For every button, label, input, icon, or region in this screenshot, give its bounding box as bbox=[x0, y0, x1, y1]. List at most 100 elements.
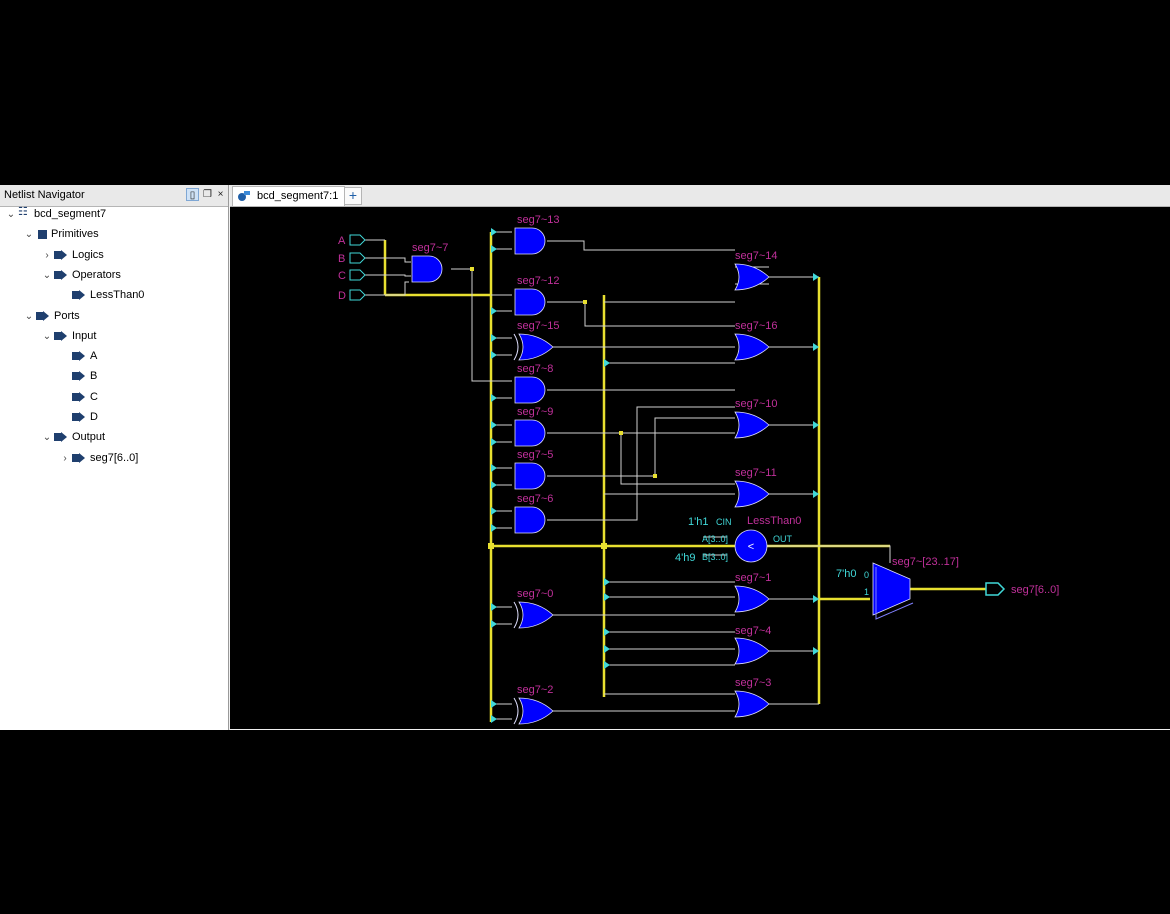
tree-item[interactable]: LessThan0 bbox=[58, 289, 144, 307]
gate-seg7-14[interactable] bbox=[734, 263, 770, 291]
gate-seg7-3[interactable] bbox=[734, 690, 770, 718]
gate-seg7-11[interactable] bbox=[734, 480, 770, 508]
gate-label-seg7-2: seg7~2 bbox=[517, 684, 553, 696]
gate-label-seg7-14: seg7~14 bbox=[735, 250, 778, 262]
comparator-b-const: 4'h9 bbox=[675, 552, 695, 564]
navigator-header: Netlist Navigator ▯ ❐ × bbox=[0, 185, 228, 207]
tree-item-label: bcd_segment7 bbox=[34, 208, 107, 220]
add-tab-button[interactable]: + bbox=[344, 187, 362, 205]
gate-label-seg7-4: seg7~4 bbox=[735, 625, 771, 637]
input-label-b: B bbox=[338, 253, 345, 265]
gate-seg7-9[interactable] bbox=[514, 419, 546, 447]
schematic-canvas[interactable]: A B C D seg7~7 seg7~13 seg7~12 seg7~15 s… bbox=[230, 207, 1170, 729]
gate-seg7-7[interactable] bbox=[411, 255, 443, 283]
schematic-editor: bcd_segment7:1 + A B C D seg7~7 seg7~13 … bbox=[230, 185, 1170, 730]
schematic-view-icon bbox=[238, 191, 250, 201]
input-label-c: C bbox=[338, 270, 346, 282]
gate-label-seg7-11: seg7~11 bbox=[735, 467, 777, 479]
chevron-down-icon[interactable]: ⌄ bbox=[40, 331, 54, 342]
gate-label-seg7-12: seg7~12 bbox=[517, 275, 560, 287]
port-icon bbox=[72, 412, 86, 423]
tree-item[interactable]: ⌄ Input bbox=[40, 329, 97, 348]
port-icon bbox=[54, 432, 68, 443]
port-icon bbox=[36, 310, 50, 321]
comparator-cin-port: CIN bbox=[716, 517, 732, 527]
comparator-cin-const: 1'h1 bbox=[688, 516, 708, 528]
tree-item[interactable]: › seg7[6..0] bbox=[58, 452, 138, 470]
chevron-down-icon[interactable]: ⌄ bbox=[4, 209, 18, 220]
port-icon bbox=[72, 391, 86, 402]
gate-seg7-16[interactable] bbox=[734, 333, 770, 361]
tree-item[interactable]: ⌄ Primitives bbox=[22, 228, 99, 246]
chevron-right-icon[interactable]: › bbox=[58, 453, 72, 464]
tree-item[interactable]: › Logics bbox=[40, 248, 104, 267]
chevron-down-icon[interactable]: ⌄ bbox=[22, 229, 36, 240]
gate-seg7-8[interactable] bbox=[514, 376, 546, 404]
comparator-symbol: < bbox=[748, 541, 754, 553]
gate-label-seg7-3: seg7~3 bbox=[735, 677, 771, 689]
gate-seg7-5[interactable] bbox=[514, 462, 546, 490]
tree-item-label: seg7[6..0] bbox=[90, 451, 139, 464]
logic-icon bbox=[54, 249, 68, 260]
tree-item-label: Input bbox=[72, 329, 97, 342]
tree-item[interactable]: C bbox=[58, 391, 98, 409]
port-icon bbox=[72, 452, 86, 463]
gate-seg7-15[interactable] bbox=[513, 333, 554, 361]
gate-seg7-13[interactable] bbox=[514, 227, 546, 255]
chevron-down-icon[interactable]: ⌄ bbox=[22, 311, 36, 322]
mux-seg7-23-17[interactable] bbox=[872, 562, 914, 620]
close-icon[interactable]: × bbox=[214, 188, 227, 201]
gate-label-seg7-9: seg7~9 bbox=[517, 406, 553, 418]
operator-icon bbox=[54, 269, 68, 280]
tree-item[interactable]: D bbox=[58, 411, 98, 429]
gate-label-seg7-7: seg7~7 bbox=[412, 242, 448, 254]
gate-label-seg7-13: seg7~13 bbox=[517, 214, 560, 226]
gate-seg7-6[interactable] bbox=[514, 506, 546, 534]
navigator-title: Netlist Navigator bbox=[4, 189, 85, 201]
gate-seg7-4[interactable] bbox=[734, 637, 770, 665]
output-port-seg7[interactable] bbox=[985, 582, 1006, 596]
tree-item-label: LessThan0 bbox=[90, 289, 145, 302]
gate-seg7-1[interactable] bbox=[734, 585, 770, 613]
float-window-icon[interactable]: ❐ bbox=[201, 188, 214, 201]
tree-item[interactable]: B bbox=[58, 370, 97, 388]
operator-icon bbox=[72, 290, 86, 301]
primitive-icon bbox=[38, 229, 47, 239]
pin-icon[interactable]: ▯ bbox=[186, 188, 199, 201]
gate-label-seg7-10: seg7~10 bbox=[735, 398, 778, 410]
tree-item[interactable]: ⌄ Ports bbox=[22, 310, 80, 328]
net-wires bbox=[365, 231, 891, 720]
gate-seg7-10[interactable] bbox=[734, 411, 770, 439]
comparator-a-port: A[3..0] bbox=[702, 534, 728, 544]
comparator-b-port: B[3..0] bbox=[702, 552, 728, 562]
gate-label-seg7-5: seg7~5 bbox=[517, 449, 553, 461]
tree-item-label: C bbox=[90, 390, 98, 403]
tree-item[interactable]: ⌄ Output bbox=[40, 431, 105, 449]
mux-const: 7'h0 bbox=[836, 568, 856, 580]
chevron-right-icon[interactable]: › bbox=[40, 250, 54, 261]
gate-label-seg7-16: seg7~16 bbox=[735, 320, 778, 332]
gate-seg7-2[interactable] bbox=[513, 697, 554, 725]
tree-item-label: Output bbox=[72, 431, 106, 444]
tree-item-label: Logics bbox=[72, 248, 104, 261]
input-ports[interactable] bbox=[349, 234, 366, 301]
tab-bcd-segment7[interactable]: bcd_segment7:1 bbox=[232, 186, 346, 206]
tree-item[interactable]: ⌄ bcd_segment7 bbox=[4, 205, 107, 226]
mux-sel0: 0 bbox=[864, 570, 869, 580]
gate-seg7-0[interactable] bbox=[513, 601, 554, 629]
tree-item[interactable]: A bbox=[58, 350, 97, 368]
tree-item-label: Primitives bbox=[51, 228, 99, 241]
gate-label-seg7-1: seg7~1 bbox=[735, 572, 771, 584]
chevron-down-icon[interactable]: ⌄ bbox=[40, 270, 54, 281]
gate-seg7-12[interactable] bbox=[514, 288, 546, 316]
gate-label-seg7-0: seg7~0 bbox=[517, 588, 553, 600]
chevron-down-icon[interactable]: ⌄ bbox=[40, 432, 54, 443]
tab-bar: bcd_segment7:1 + bbox=[230, 185, 1170, 207]
output-label: seg7[6..0] bbox=[1011, 584, 1059, 596]
gate-label-seg7-15: seg7~15 bbox=[517, 320, 560, 332]
tab-label: bcd_segment7:1 bbox=[257, 190, 339, 202]
tree-item[interactable]: ⌄ Operators bbox=[40, 269, 121, 287]
comparator-name: LessThan0 bbox=[747, 515, 801, 527]
gate-label-seg7-6: seg7~6 bbox=[517, 493, 553, 505]
port-icon bbox=[72, 351, 86, 362]
